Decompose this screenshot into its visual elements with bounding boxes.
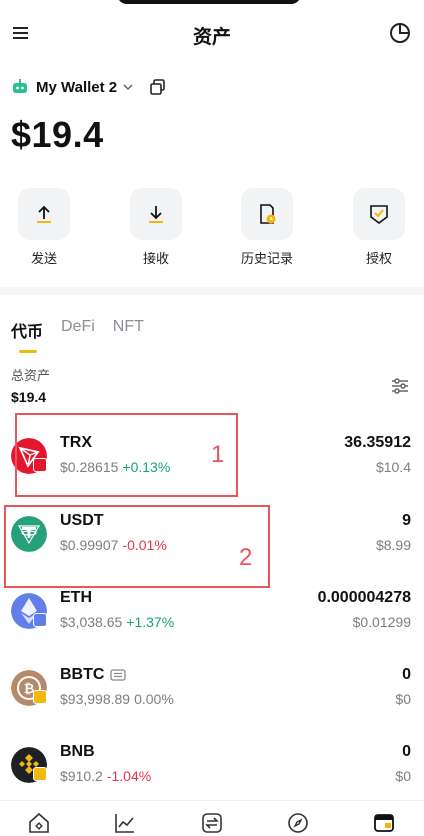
token-price-line: $910.2 -1.04% [60, 768, 151, 784]
token-symbol: BBTC [60, 666, 105, 683]
history-label: 历史记录 [240, 252, 293, 267]
token-row-eth[interactable]: ETH $3,038.65 +1.37% 0.000004278 $0.01299 [0, 587, 424, 647]
token-amount: 0 [402, 743, 411, 760]
chevron-down-icon [123, 84, 133, 91]
token-value: $8.99 [375, 537, 411, 553]
section-divider [0, 287, 424, 295]
token-symbol: BNB [60, 743, 95, 760]
eth-chain-badge-icon [33, 613, 47, 627]
token-amount: 0.000004278 [317, 589, 411, 606]
wallet-balance: $19.4 [11, 114, 104, 155]
token-tag-icon [110, 669, 127, 681]
token-change: -1.04% [106, 768, 152, 784]
wallet-name: My Wallet 2 [36, 78, 118, 96]
wallet-selector[interactable]: My Wallet 2 [11, 76, 167, 98]
annotation-box-2 [4, 505, 270, 588]
send-icon [37, 205, 51, 223]
token-price: $93,998.89 [60, 691, 131, 707]
bottom-navigation [0, 800, 424, 836]
token-change: 0.00% [134, 691, 174, 707]
header: 资产 [0, 14, 424, 54]
token-amount: 0 [402, 666, 411, 683]
send-button[interactable]: 发送 [4, 188, 84, 267]
device-notch [117, 0, 301, 4]
token-price: $3,038.65 [60, 614, 123, 630]
wallet-assets-icon[interactable] [372, 811, 396, 835]
copy-icon[interactable] [149, 78, 167, 96]
history-button[interactable]: 历史记录 [227, 188, 307, 267]
receive-icon [149, 206, 163, 223]
authorize-label: 授权 [365, 252, 392, 267]
discover-compass-icon[interactable] [286, 811, 310, 835]
quick-actions: 发送 接收 历史记录 授权 [0, 188, 424, 268]
pie-chart-icon[interactable] [388, 21, 412, 45]
token-value: $0 [395, 691, 411, 707]
token-symbol-line: BBTC [60, 666, 127, 684]
token-value: $0 [395, 768, 411, 784]
bnb-chain-badge-icon [33, 767, 47, 781]
tab-nft[interactable]: NFT [113, 318, 144, 354]
tab-tokens[interactable]: 代币 [11, 318, 43, 354]
token-value: $10.4 [375, 459, 411, 475]
token-price-line: $3,038.65 +1.37% [60, 614, 174, 630]
tab-defi[interactable]: DeFi [61, 318, 95, 354]
token-value: $0.01299 [352, 614, 411, 630]
market-chart-icon[interactable] [113, 811, 137, 835]
history-icon [260, 204, 276, 224]
token-row-bnb[interactable]: BNB $910.2 -1.04% 0 $0 [0, 741, 424, 801]
filter-settings-icon[interactable] [390, 376, 410, 396]
receive-button[interactable]: 接收 [116, 188, 196, 267]
annotation-box-1 [15, 413, 238, 497]
send-label: 发送 [30, 252, 57, 267]
annotation-label-2: 2 [239, 544, 253, 571]
home-icon[interactable] [27, 811, 51, 835]
asset-tabs: 代币 DeFi NFT [11, 318, 162, 354]
total-assets-value: $19.4 [11, 389, 47, 405]
token-price: $910.2 [60, 768, 103, 784]
bnb-chain-badge-icon [33, 690, 47, 704]
annotation-label-1: 1 [211, 441, 225, 468]
token-change: +1.37% [126, 614, 175, 630]
token-symbol: ETH [60, 589, 92, 606]
token-amount: 36.35912 [344, 434, 411, 451]
token-row-bbtc[interactable]: ₿ BBTC $93,998.89 0.00% 0 $0 [0, 664, 424, 724]
swap-icon[interactable] [200, 811, 224, 835]
total-assets-label: 总资产 [11, 369, 51, 384]
authorize-icon [370, 205, 388, 224]
wallet-robot-icon [13, 79, 27, 93]
receive-label: 接收 [142, 252, 169, 267]
token-amount: 9 [402, 512, 411, 529]
token-price-line: $93,998.89 0.00% [60, 691, 174, 707]
page-title: 资产 [192, 26, 231, 48]
authorize-button[interactable]: 授权 [339, 188, 419, 267]
